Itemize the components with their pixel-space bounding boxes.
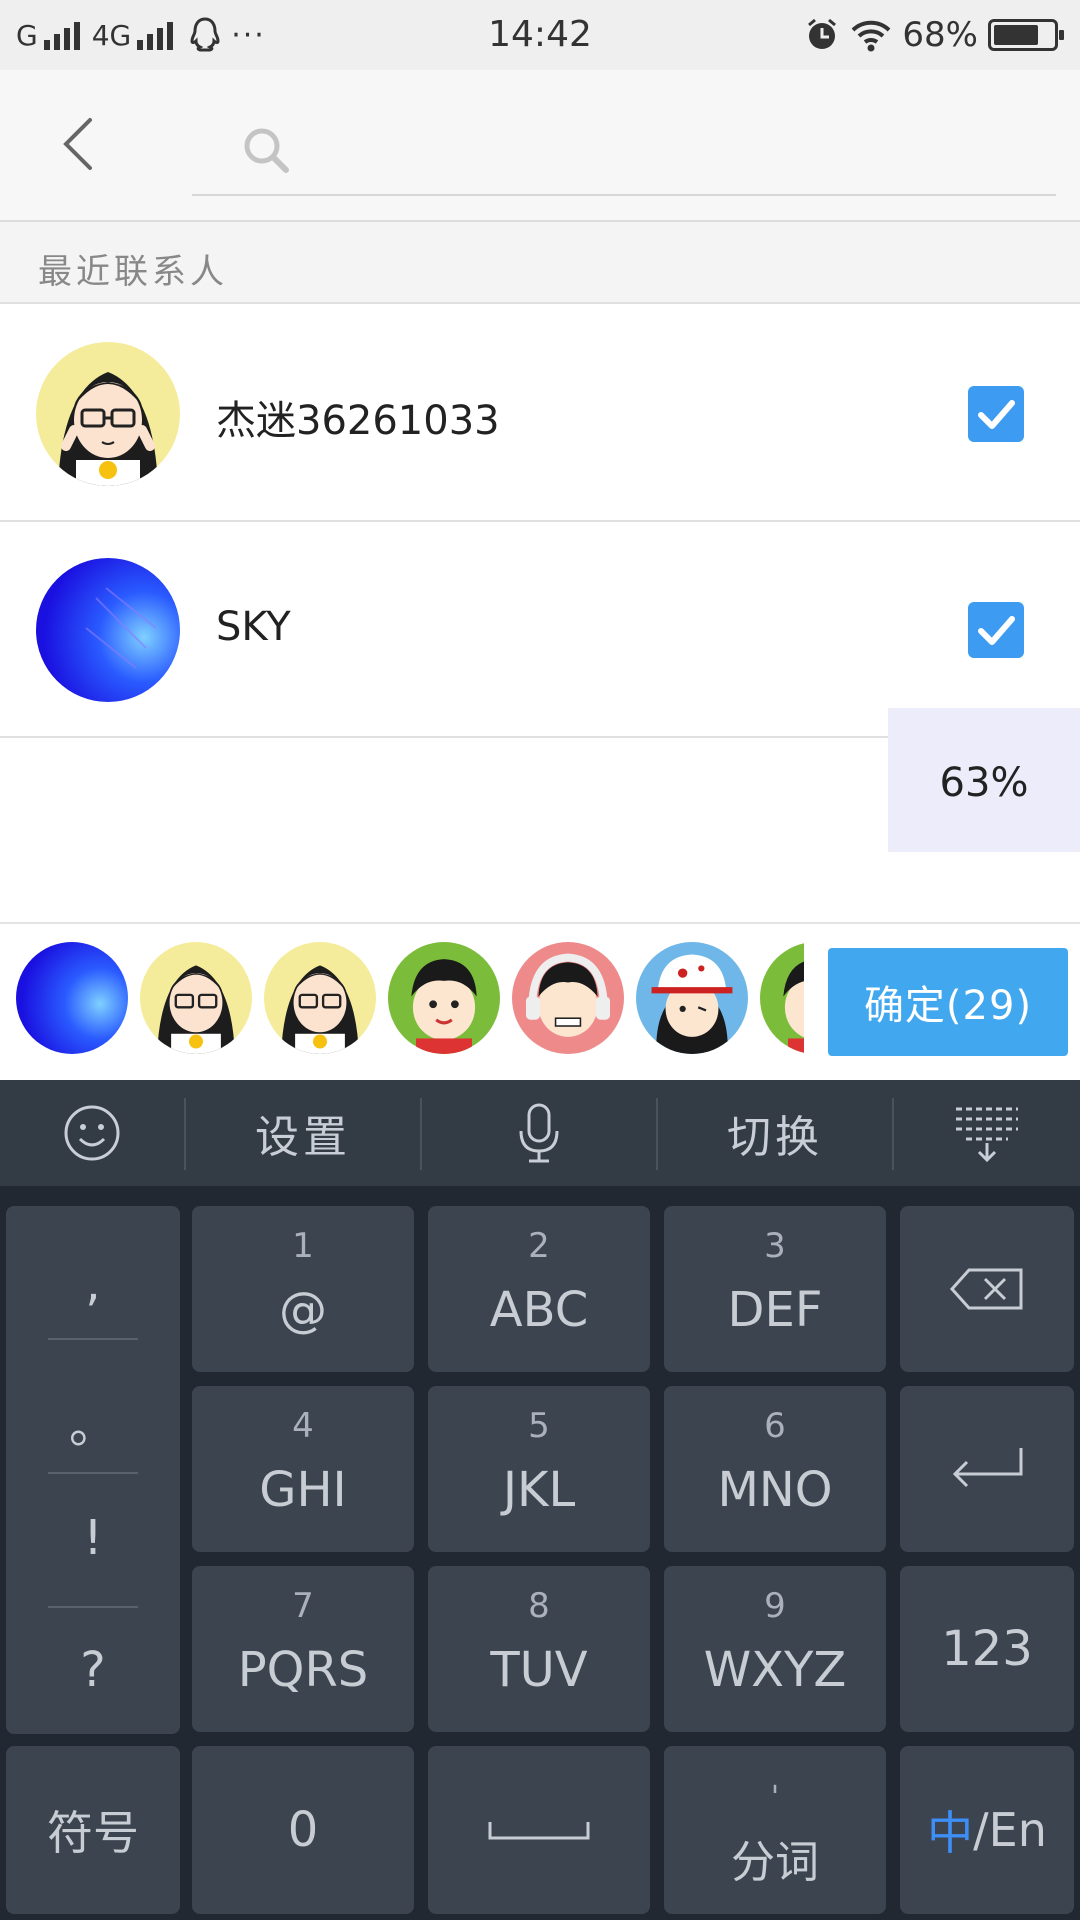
key-letters: ABC [489, 1282, 589, 1338]
checkmark-icon [978, 616, 1015, 645]
voice-input-button[interactable] [422, 1080, 656, 1186]
punct-question[interactable]: ? [6, 1642, 180, 1698]
key-5[interactable]: 5 JKL [428, 1386, 650, 1552]
smiley-icon [64, 1105, 120, 1161]
contact-row[interactable]: SKY [0, 522, 1080, 738]
key-number: 8 [528, 1586, 550, 1626]
wifi-icon [852, 20, 891, 52]
key-6[interactable]: 6 MNO [664, 1386, 886, 1552]
punctuation-column[interactable]: , 。 ! ? [6, 1206, 180, 1734]
selected-contacts-bar: 确定(29) [0, 926, 1080, 1080]
key-number: 4 [292, 1406, 314, 1446]
number-mode-label: 123 [941, 1621, 1033, 1677]
lang-en-label: /En [973, 1803, 1047, 1857]
backspace-icon [949, 1268, 1023, 1310]
selected-avatar[interactable] [16, 942, 128, 1054]
space-key[interactable] [428, 1746, 650, 1914]
selected-avatar[interactable] [636, 942, 748, 1054]
key-number: 2 [528, 1226, 550, 1266]
status-right: 68% [804, 12, 1064, 58]
contact-checkbox[interactable] [968, 386, 1024, 442]
keyboard: 设置 切换 , 。 ! ? 1 @ 2 ABC 3 DEF 4 GHI 5 JKL 6 MN… [0, 1080, 1080, 1920]
battery-percent: 68% [902, 15, 978, 55]
search-underline [192, 194, 1056, 196]
selected-avatar[interactable] [264, 942, 376, 1054]
punct-comma[interactable]: , [6, 1256, 180, 1312]
switch-button[interactable]: 切换 [658, 1080, 892, 1186]
keyboard-hide-icon [956, 1107, 1018, 1163]
keyboard-toolbar: 设置 切换 [0, 1080, 1080, 1186]
avatar [36, 342, 180, 486]
search-icon [244, 128, 289, 173]
recent-contacts-header: 最近联系人 [0, 222, 1080, 304]
avatar [36, 558, 180, 702]
key-number: 1 [292, 1226, 314, 1266]
selected-avatar[interactable] [140, 942, 252, 1054]
contact-checkbox[interactable] [968, 602, 1024, 658]
key-number: 9 [764, 1586, 786, 1626]
key-number: 5 [528, 1406, 550, 1446]
word-segment-key[interactable]: ' 分词 [664, 1746, 886, 1914]
status-bar: G 4G ··· 14:42 68% [0, 0, 1080, 70]
enter-icon [952, 1448, 1023, 1488]
key-letters: DEF [727, 1282, 823, 1338]
key-letters: GHI [259, 1462, 347, 1518]
punct-divider [48, 1606, 138, 1608]
checkmark-icon [978, 400, 1015, 429]
backspace-key[interactable] [900, 1206, 1074, 1372]
section-title: 最近联系人 [38, 252, 228, 292]
number-mode-key[interactable]: 123 [900, 1566, 1074, 1732]
selected-avatar[interactable] [388, 942, 500, 1054]
key-letters: @ [279, 1282, 327, 1338]
language-switch-key[interactable]: 中/En [900, 1746, 1074, 1914]
key-0[interactable]: 0 [192, 1746, 414, 1914]
key-letters: TUV [490, 1642, 588, 1698]
alarm-icon [808, 18, 837, 49]
battery-icon [988, 19, 1064, 51]
emoji-button[interactable] [0, 1080, 184, 1186]
contact-name: SKY [216, 604, 291, 650]
punct-period[interactable]: 。 [6, 1386, 180, 1456]
search-header [0, 70, 1080, 220]
symbols-key[interactable]: 符号 [6, 1746, 180, 1914]
key-9[interactable]: 9 WXYZ [664, 1566, 886, 1732]
segment-label: 分词 [731, 1837, 819, 1888]
key-number: 7 [292, 1586, 314, 1626]
search-input[interactable] [300, 126, 1040, 176]
key-number: 3 [764, 1226, 786, 1266]
lang-zh-label: 中 [927, 1806, 974, 1860]
punct-divider [48, 1338, 138, 1340]
back-arrow-icon[interactable] [50, 114, 110, 174]
key-2[interactable]: 2 ABC [428, 1206, 650, 1372]
symbols-label: 符号 [47, 1806, 139, 1860]
enter-key[interactable] [900, 1386, 1074, 1552]
key-letters: PQRS [237, 1642, 369, 1698]
microphone-icon [519, 1103, 559, 1163]
confirm-button[interactable]: 确定(29) [828, 948, 1068, 1056]
settings-button[interactable]: 设置 [186, 1080, 420, 1186]
selected-avatar[interactable] [760, 942, 804, 1054]
key-letters: JKL [502, 1462, 576, 1518]
selected-avatar[interactable] [512, 942, 624, 1054]
zero-label: 0 [287, 1802, 319, 1858]
key-number: 6 [764, 1406, 786, 1446]
key-letters: WXYZ [703, 1642, 847, 1698]
progress-text: 63% [939, 760, 1029, 806]
key-letters: MNO [717, 1462, 833, 1518]
key-7[interactable]: 7 PQRS [192, 1566, 414, 1732]
punct-exclamation[interactable]: ! [6, 1510, 180, 1566]
key-1[interactable]: 1 @ [192, 1206, 414, 1372]
contact-row[interactable]: 杰迷36261033 [0, 306, 1080, 522]
key-4[interactable]: 4 GHI [192, 1386, 414, 1552]
contact-name: 杰迷36261033 [216, 398, 500, 444]
key-8[interactable]: 8 TUV [428, 1566, 650, 1732]
selected-avatars-list[interactable] [16, 942, 804, 1058]
hide-keyboard-button[interactable] [894, 1080, 1080, 1186]
space-icon [488, 1822, 590, 1840]
segment-mark: ' [770, 1780, 780, 1815]
key-3[interactable]: 3 DEF [664, 1206, 886, 1372]
punct-divider [48, 1472, 138, 1474]
progress-indicator: 63% [888, 708, 1080, 852]
